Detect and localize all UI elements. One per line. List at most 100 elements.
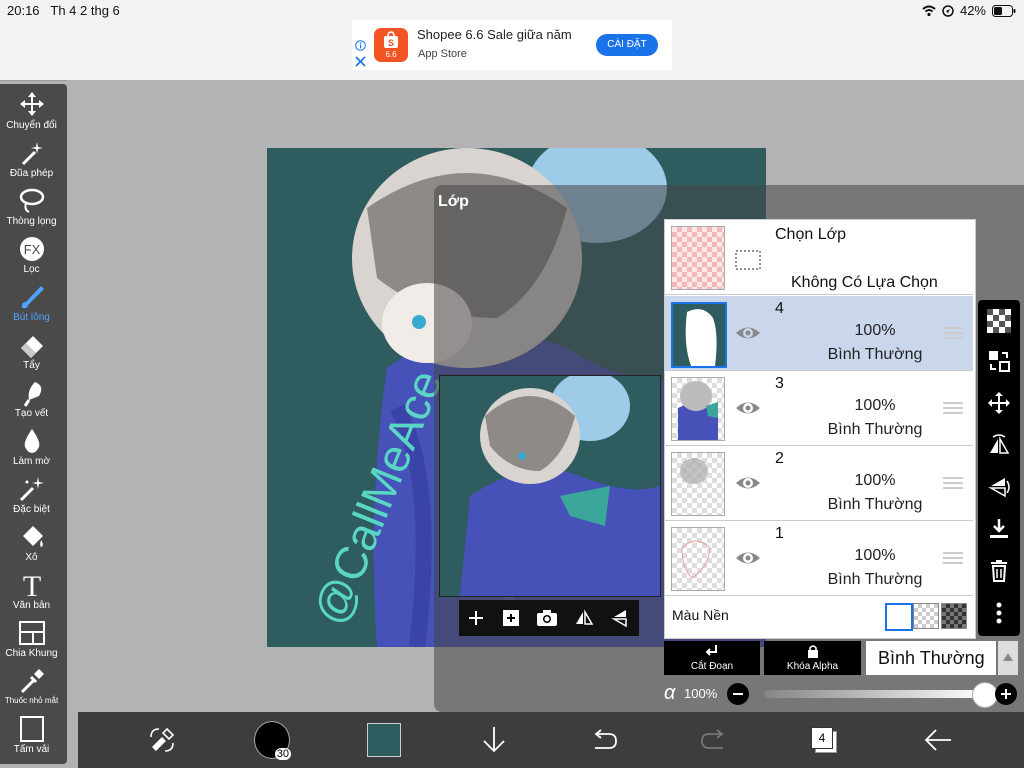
- download-button[interactable]: [476, 722, 512, 758]
- clipping-arrow-icon: [705, 645, 717, 656]
- layer-blend-mode: Bình Thường: [827, 346, 923, 363]
- tool-label: Lọc: [23, 264, 40, 275]
- tool-eyedropper[interactable]: Thuốc nhỏ mắt: [0, 666, 63, 705]
- arrow-left-icon: [924, 729, 951, 751]
- tool-label: Chuyển đổi: [6, 120, 57, 131]
- trash-icon[interactable]: [984, 556, 1014, 586]
- tool-label: Thòng lọng: [6, 216, 57, 227]
- layer-row-4[interactable]: 4 100% Bình Thường: [665, 296, 973, 371]
- tool-magic-wand[interactable]: Đũa phép: [0, 138, 63, 179]
- tool-move[interactable]: Chuyển đổi: [0, 90, 63, 131]
- lock-icon: [807, 645, 818, 658]
- flip-layer-vertical-icon[interactable]: [984, 472, 1014, 502]
- eye-visibility-icon[interactable]: [735, 395, 761, 421]
- background-dark-swatch[interactable]: [941, 603, 967, 629]
- tool-text[interactable]: T Văn bản: [0, 570, 63, 611]
- selection-layer-row[interactable]: Chọn Lớp Không Có Lựa Chọn: [665, 220, 973, 295]
- move-layer-icon[interactable]: [984, 388, 1014, 418]
- tool-blur[interactable]: Làm mờ: [0, 426, 63, 467]
- clipping-label: Cắt Đoạn: [690, 661, 734, 672]
- preview-illustration: [440, 376, 660, 596]
- tool-icon-wrap: [0, 90, 63, 120]
- redo-button[interactable]: [696, 722, 732, 758]
- close-ad-icon[interactable]: [355, 56, 366, 67]
- back-button[interactable]: [920, 722, 956, 758]
- move-icon: [19, 92, 44, 116]
- tool-special[interactable]: Đặc biệt: [0, 474, 63, 515]
- undo-button[interactable]: [586, 722, 622, 758]
- layer-opacity: 100%: [854, 322, 896, 339]
- background-transparent-swatch[interactable]: [913, 603, 939, 629]
- more-options-icon[interactable]: [984, 598, 1014, 628]
- flip-horizontal-icon[interactable]: [573, 608, 595, 628]
- location-icon: [942, 4, 954, 17]
- text-icon: T: [22, 570, 40, 600]
- tool-frame-divider[interactable]: Chia Khung: [0, 618, 63, 659]
- tool-label: Tẩy: [23, 360, 40, 371]
- tool-label: Đặc biệt: [13, 504, 50, 515]
- minus-button[interactable]: [726, 682, 750, 706]
- eye-visibility-icon[interactable]: [735, 545, 761, 571]
- plus-button[interactable]: [994, 682, 1018, 706]
- tool-fx[interactable]: FX Lọc: [0, 234, 63, 275]
- drag-handle-icon[interactable]: [943, 474, 963, 490]
- marquee-selection-icon: [735, 250, 761, 270]
- background-white-swatch[interactable]: [885, 603, 913, 631]
- drag-handle-icon[interactable]: [943, 549, 963, 565]
- install-button[interactable]: CÀI ĐẶT: [596, 34, 658, 56]
- alpha-lock-button[interactable]: Khóa Alpha: [764, 641, 861, 675]
- blend-mode-select[interactable]: Bình Thường: [866, 641, 996, 675]
- checkerboard-icon[interactable]: [984, 306, 1014, 336]
- clipping-button[interactable]: Cắt Đoạn: [664, 641, 760, 675]
- drag-handle-icon[interactable]: [943, 324, 963, 340]
- layer-row-2[interactable]: 2 100% Bình Thường: [665, 446, 973, 521]
- tool-bucket[interactable]: Xô: [0, 522, 63, 563]
- tool-label: Tấm vải: [13, 744, 50, 755]
- redo-icon: [701, 729, 724, 749]
- layer-opacity: 100%: [854, 472, 896, 489]
- ad-banner-area: S 6.6 Shopee 6.6 Sale giữa năm App Store…: [0, 20, 1024, 81]
- eye-visibility-icon[interactable]: [735, 470, 761, 496]
- status-time: 20:16: [7, 3, 40, 18]
- blend-mode-dropdown[interactable]: [998, 641, 1018, 675]
- brush-size-button[interactable]: 30: [254, 721, 291, 760]
- battery-percent: 42%: [959, 3, 986, 18]
- layer-count: 4: [811, 727, 833, 749]
- tool-icon-wrap: [0, 666, 63, 696]
- battery-icon: [992, 4, 1016, 17]
- tool-icon-wrap: [0, 618, 63, 648]
- ad-store: App Store: [418, 48, 467, 60]
- triangle-up-icon: [1003, 653, 1013, 661]
- tool-brush[interactable]: Bút lông: [0, 282, 63, 323]
- ad-banner[interactable]: S 6.6 Shopee 6.6 Sale giữa năm App Store…: [352, 20, 672, 70]
- opacity-row: α 100%: [664, 682, 1020, 708]
- camera-icon[interactable]: [536, 608, 558, 628]
- tool-icon-wrap: T: [0, 570, 63, 600]
- layer-swap-icon[interactable]: [984, 346, 1014, 376]
- flip-vertical-icon[interactable]: [610, 608, 632, 628]
- layer-row-1[interactable]: 1 100% Bình Thường: [665, 521, 973, 596]
- info-icon[interactable]: [355, 40, 366, 51]
- svg-text:S: S: [388, 38, 394, 48]
- opacity-value: 100%: [684, 686, 718, 701]
- add-layer-icon[interactable]: [466, 608, 486, 628]
- canvas-icon: [19, 716, 44, 742]
- eye-visibility-icon[interactable]: [735, 320, 761, 346]
- selection-layer-subtitle: Không Có Lựa Chọn: [791, 274, 938, 291]
- add-layer-copy-icon[interactable]: [501, 608, 521, 628]
- tool-icon-wrap: [0, 474, 63, 504]
- tool-smudge[interactable]: Tạo vết: [0, 378, 63, 419]
- tool-lasso[interactable]: Thòng lọng: [0, 186, 63, 227]
- tool-label: Thuốc nhỏ mắt: [4, 696, 59, 705]
- color-swatch-button[interactable]: [366, 722, 402, 758]
- flip-layer-horizontal-icon[interactable]: [984, 430, 1014, 460]
- drag-handle-icon[interactable]: [943, 399, 963, 415]
- merge-down-icon[interactable]: [984, 514, 1014, 544]
- tool-canvas[interactable]: Tấm vải: [0, 714, 63, 755]
- opacity-slider[interactable]: [764, 690, 984, 698]
- layer-row-3[interactable]: 3 100% Bình Thường: [665, 371, 973, 446]
- tool-eraser[interactable]: Tẩy: [0, 330, 63, 371]
- tool-icon-wrap: [0, 330, 63, 360]
- transform-swap-button[interactable]: [144, 722, 180, 758]
- layers-button[interactable]: 4: [806, 722, 842, 758]
